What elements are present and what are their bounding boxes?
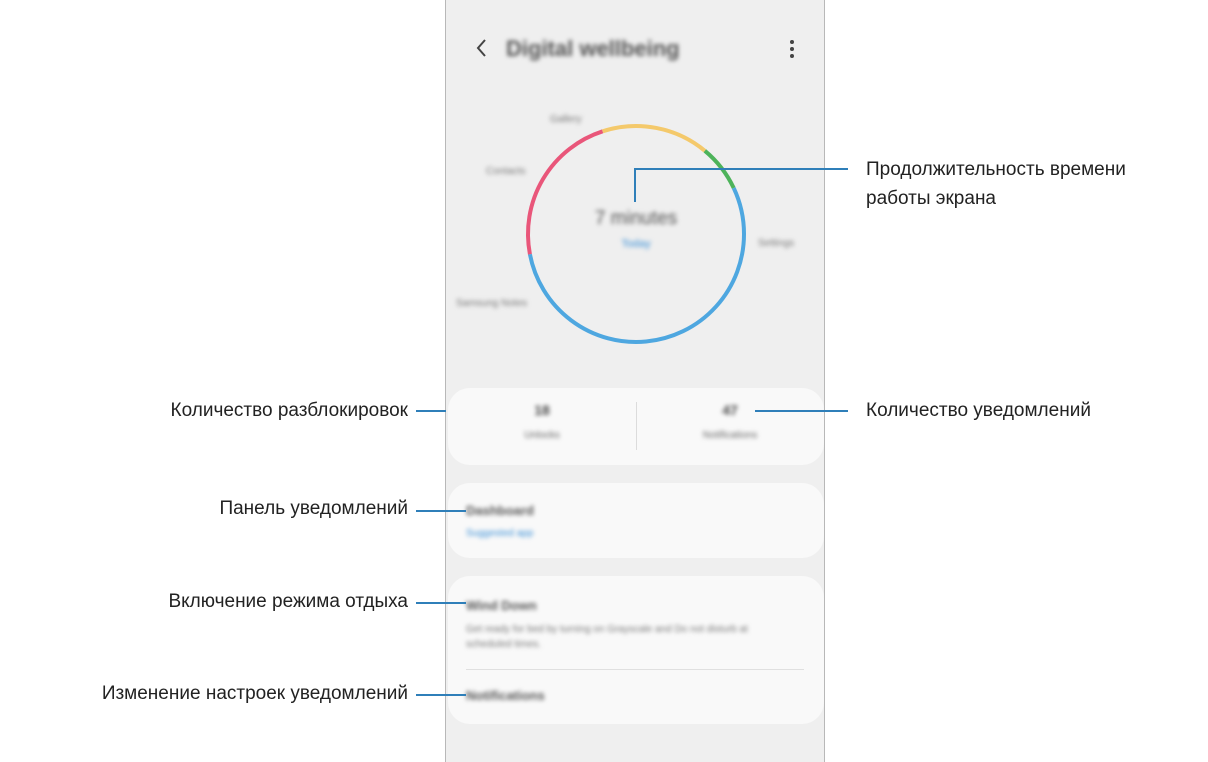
ring-label-samsung-notes: Samsung Notes	[456, 298, 528, 309]
ring-label-settings: Settings	[758, 238, 795, 249]
notifications-count-label: Notifications	[702, 430, 758, 441]
callout-unlocks: Количество разблокировок	[170, 400, 408, 421]
settings-divider	[466, 669, 804, 670]
stats-card: 18 Unlocks 47 Notifications	[448, 388, 824, 465]
dashboard-card[interactable]: Dashboard Suggested app	[448, 483, 824, 558]
dashboard-title: Dashboard	[466, 503, 534, 518]
callout-wind-down: Включение режима отдыха	[168, 591, 408, 612]
callout-notifications-count: Количество уведомлений	[866, 400, 1091, 421]
settings-card: Wind Down Get ready for bed by turning o…	[448, 576, 824, 724]
unlocks-count[interactable]: 18	[482, 402, 602, 418]
ring-segment-contacts[interactable]	[602, 124, 707, 153]
notifications-count-callout-line	[755, 410, 848, 412]
more-options-icon[interactable]	[782, 38, 802, 62]
dashboard-subtitle: Suggested app	[466, 528, 534, 539]
screen-time-callout-line-vertical	[634, 168, 636, 202]
unlocks-callout-line	[416, 410, 446, 412]
unlocks-label: Unlocks	[524, 430, 560, 441]
callout-dashboard: Панель уведомлений	[219, 498, 408, 519]
wind-down-callout-line	[416, 602, 466, 604]
notification-settings-callout-line	[416, 694, 466, 696]
screen-time-callout-line-horizontal	[634, 168, 848, 170]
ring-segment-settings[interactable]	[527, 233, 746, 344]
notifications-settings-title[interactable]: Notifications	[466, 688, 545, 703]
back-icon[interactable]	[473, 36, 493, 60]
phone-screen: Digital wellbeing Gallery Contacts Setti…	[445, 0, 825, 762]
callout-screen-time-line1: Продолжительность времени	[866, 159, 1126, 180]
screen-time-ring[interactable]	[524, 122, 748, 346]
wind-down-title[interactable]: Wind Down	[466, 598, 537, 613]
callout-screen-time-line2: работы экрана	[866, 188, 997, 209]
ring-segment-samsung-notes[interactable]	[526, 129, 604, 255]
dashboard-callout-line	[416, 510, 466, 512]
stats-divider	[636, 402, 637, 450]
ring-label-gallery: Gallery	[550, 114, 582, 125]
wind-down-description: Get ready for bed by turning on Grayscal…	[466, 624, 748, 650]
ring-segment-remainder	[731, 187, 746, 235]
total-screen-time: 7 minutes	[594, 208, 678, 229]
callout-notification-settings: Изменение настроек уведомлений	[101, 683, 408, 704]
ring-label-contacts: Contacts	[486, 166, 526, 177]
app-title: Digital wellbeing	[506, 36, 680, 61]
today-label[interactable]: Today	[606, 238, 666, 250]
